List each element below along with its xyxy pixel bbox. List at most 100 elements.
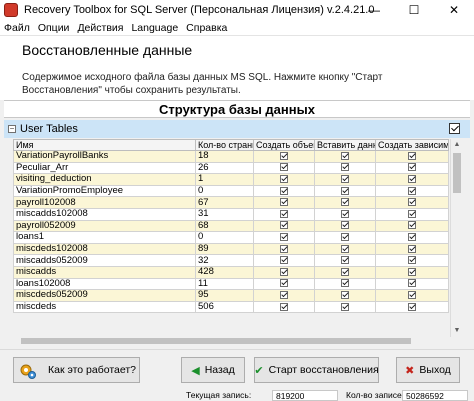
table-name-cell: miscadds052009 [13,254,196,267]
create-object-checkbox[interactable] [280,163,288,172]
insert-data-checkbox[interactable] [341,174,349,183]
create-object-checkbox[interactable] [280,221,288,230]
insert-data-checkbox[interactable] [341,163,349,172]
scroll-up-icon[interactable]: ▲ [451,139,463,151]
create-object-checkbox[interactable] [280,256,288,265]
create-dependent-checkbox[interactable] [408,186,416,195]
horizontal-scroll-thumb[interactable] [21,338,411,344]
create-object-checkbox[interactable] [280,267,288,276]
create-dependent-checkbox[interactable] [408,174,416,183]
horizontal-scrollbar[interactable] [13,337,450,345]
menu-help[interactable]: Справка [182,22,231,34]
table-row[interactable]: miscdeds052009 95 [13,289,449,302]
menu-options[interactable]: Опции [34,22,74,34]
select-all-checkbox[interactable] [449,123,460,134]
maximize-button[interactable]: ☐ [394,0,434,20]
column-header-name[interactable]: Имя [13,139,196,151]
table-row[interactable]: miscadds102008 31 [13,207,449,221]
menu-actions[interactable]: Действия [73,22,127,34]
table-row[interactable]: VariationPromoEmployee 0 [13,184,449,198]
insert-data-cell [314,254,376,267]
create-object-checkbox[interactable] [280,232,288,241]
create-object-checkbox[interactable] [280,174,288,183]
gears-icon [20,364,36,379]
insert-data-checkbox[interactable] [341,198,349,207]
insert-data-cell [314,289,376,302]
vertical-scrollbar[interactable]: ▲ ▼ [450,139,462,337]
close-window-button[interactable]: ✕ [434,0,474,20]
vertical-scroll-thumb[interactable] [453,153,461,193]
insert-data-checkbox[interactable] [341,244,349,253]
create-dependent-checkbox[interactable] [408,290,416,299]
table-row[interactable]: miscadds 428 [13,265,449,279]
table-name-cell: miscadds102008 [13,207,196,221]
create-dependent-checkbox[interactable] [408,256,416,265]
insert-data-checkbox[interactable] [341,151,349,160]
create-object-checkbox[interactable] [280,290,288,299]
table-row[interactable]: miscdeds 506 [13,300,449,314]
collapse-toggle[interactable]: − [8,125,16,133]
table-name-cell: loans102008 [13,277,196,291]
create-dependent-checkbox[interactable] [408,279,416,288]
table-row[interactable]: payroll052009 68 [13,219,449,233]
create-dependent-cell [375,254,449,267]
table-row[interactable]: VariationPayrollBanks 18 [13,150,449,163]
create-dependent-checkbox[interactable] [408,209,416,218]
insert-data-checkbox[interactable] [341,221,349,230]
page-count-cell: 67 [195,196,254,209]
column-header-pages[interactable]: Кол-во страниц [195,139,254,151]
table-row[interactable]: payroll102008 67 [13,196,449,209]
group-header-user-tables[interactable]: − User Tables [4,120,470,138]
create-object-checkbox[interactable] [280,302,288,311]
minimize-button[interactable]: — [354,0,394,20]
insert-data-checkbox[interactable] [341,209,349,218]
grid-body: VariationPayrollBanks 18 Peculiar_Arr 26 vis… [13,150,449,314]
create-dependent-checkbox[interactable] [408,221,416,230]
table-row[interactable]: miscadds052009 32 [13,254,449,267]
create-object-cell [253,207,315,221]
insert-data-checkbox[interactable] [341,279,349,288]
start-recovery-button[interactable]: ✔ Старт восстановления [254,357,379,383]
create-dependent-cell [375,150,449,163]
menu-language[interactable]: Language [127,22,182,34]
create-dependent-checkbox[interactable] [408,163,416,172]
create-object-checkbox[interactable] [280,279,288,288]
create-object-checkbox[interactable] [280,198,288,207]
table-row[interactable]: Peculiar_Arr 26 [13,161,449,175]
page-count-cell: 68 [195,219,254,233]
page-count-cell: 0 [195,184,254,198]
create-object-checkbox[interactable] [280,151,288,160]
page-title: Восстановленные данные [22,42,193,58]
table-row[interactable]: loans1 0 [13,231,449,244]
create-object-checkbox[interactable] [280,244,288,253]
insert-data-checkbox[interactable] [341,232,349,241]
how-it-works-button[interactable]: Как это работает? [13,357,140,383]
create-object-checkbox[interactable] [280,209,288,218]
insert-data-checkbox[interactable] [341,302,349,311]
insert-data-checkbox[interactable] [341,290,349,299]
table-name-cell: VariationPromoEmployee [13,184,196,198]
table-row[interactable]: miscdeds102008 89 [13,242,449,256]
menu-file[interactable]: Файл [0,22,34,34]
column-header-create-object[interactable]: Создать объект [253,139,315,151]
create-dependent-checkbox[interactable] [408,302,416,311]
column-header-insert-data[interactable]: Вставить данны [314,139,376,151]
scroll-down-icon[interactable]: ▼ [451,325,463,337]
create-object-cell [253,184,315,198]
create-dependent-checkbox[interactable] [408,267,416,276]
create-dependent-checkbox[interactable] [408,244,416,253]
create-dependent-checkbox[interactable] [408,198,416,207]
exit-button[interactable]: ✖ Выход [396,357,460,383]
table-row[interactable]: visiting_deduction 1 [13,173,449,186]
create-object-cell [253,265,315,279]
column-header-create-dependent[interactable]: Создать зависимые [375,139,449,151]
insert-data-checkbox[interactable] [341,186,349,195]
back-button[interactable]: ◀ Назад [181,357,245,383]
insert-data-checkbox[interactable] [341,256,349,265]
create-dependent-checkbox[interactable] [408,232,416,241]
table-row[interactable]: loans102008 11 [13,277,449,291]
create-object-checkbox[interactable] [280,186,288,195]
insert-data-checkbox[interactable] [341,267,349,276]
create-dependent-checkbox[interactable] [408,151,416,160]
insert-data-cell [314,150,376,163]
